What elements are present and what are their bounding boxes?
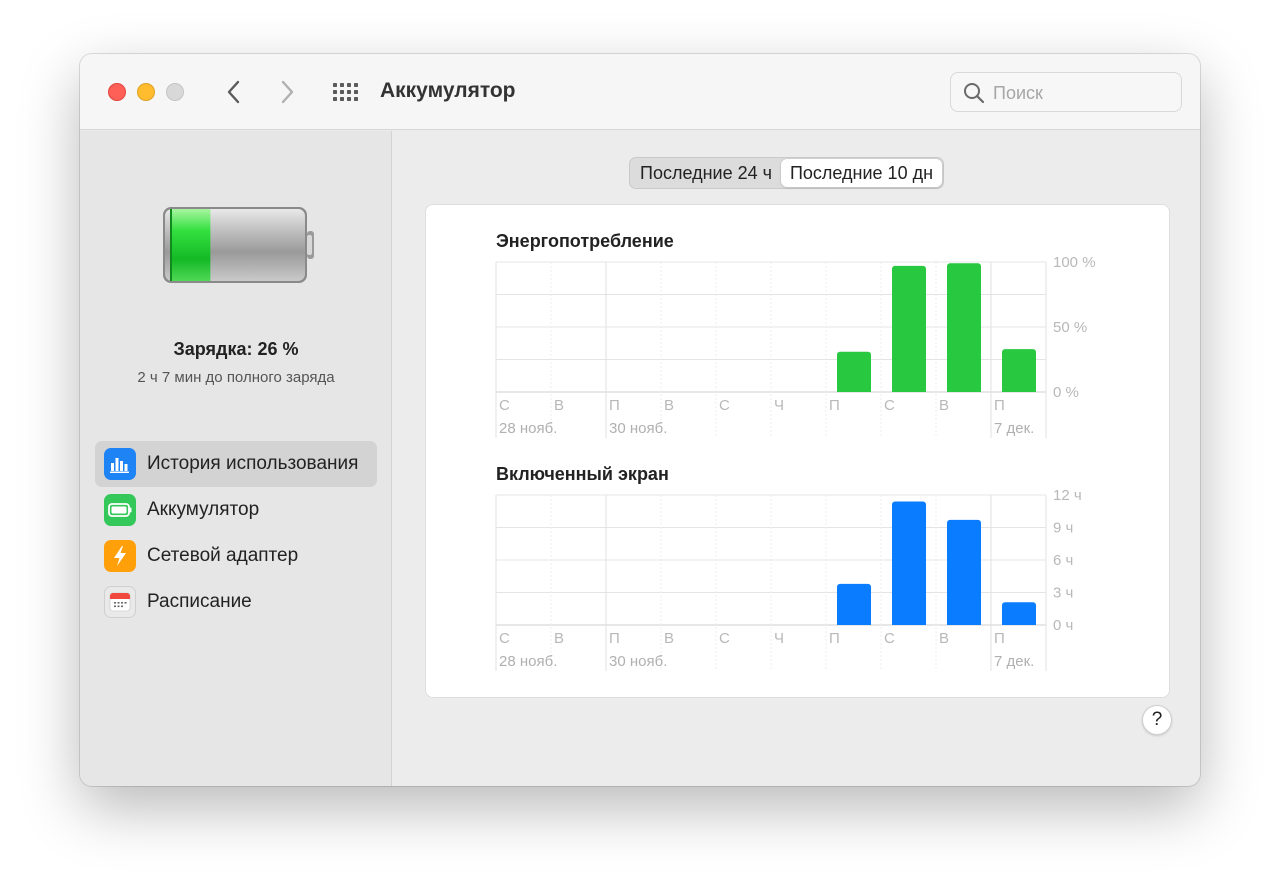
y-tick-label: 100 %	[1053, 254, 1096, 271]
date-label: 28 нояб.	[499, 653, 557, 670]
x-tick-label: В	[554, 630, 564, 647]
chart-bar	[1002, 349, 1036, 392]
chevron-left-icon	[227, 80, 240, 104]
zoom-window-button[interactable]	[166, 83, 184, 101]
energy-chart-title: Энергопотребление	[496, 231, 674, 251]
chart-bar	[837, 351, 871, 392]
sidebar-item-label: Аккумулятор	[147, 499, 260, 520]
back-button[interactable]	[222, 78, 246, 106]
search-icon	[964, 83, 985, 104]
chart-bar-base	[947, 622, 981, 625]
chart-bar-base	[837, 389, 871, 392]
chart-bar-base	[1002, 389, 1036, 392]
chart-bar-base	[1002, 622, 1036, 625]
sidebar-item-battery[interactable]: Аккумулятор	[95, 487, 377, 533]
x-tick-label: В	[939, 630, 949, 647]
chart-bar-base	[892, 622, 926, 625]
x-tick-label: В	[664, 630, 674, 647]
chart-bar	[892, 265, 926, 392]
forward-button[interactable]	[275, 78, 299, 106]
x-tick-label: С	[499, 630, 510, 647]
minimize-window-button[interactable]	[137, 83, 155, 101]
x-tick-label: П	[994, 630, 1005, 647]
search-field[interactable]	[950, 72, 1182, 112]
x-tick-label: П	[609, 630, 620, 647]
search-input[interactable]	[993, 81, 1173, 105]
sidebar-item-label: История использования	[147, 453, 359, 474]
x-tick-label: С	[719, 397, 730, 414]
energy-usage-chart: 100 % 50 % 0 % С 28 нояб. В П 30 нояб. В С Ч П С В П 7 …	[495, 254, 1096, 438]
charge-percentage: Зарядка: 26 %	[173, 339, 299, 359]
chart-bar	[837, 583, 871, 625]
x-tick-label: В	[664, 397, 674, 414]
y-tick-label: 12 ч	[1053, 487, 1082, 504]
chart-bar-base	[892, 389, 926, 392]
tab-last-24-hours[interactable]: Последние 24 ч	[631, 159, 781, 187]
x-tick-label: Ч	[774, 397, 784, 414]
battery-icon	[104, 494, 136, 526]
time-range-segmented-control: Последние 24 ч Последние 10 дн	[629, 157, 945, 189]
sidebar-item-label: Расписание	[147, 591, 252, 612]
schedule-icon	[104, 586, 136, 618]
chevron-right-icon	[281, 80, 294, 104]
titlebar: Аккумулятор	[80, 54, 1200, 130]
chart-bar-base	[837, 622, 871, 625]
date-label: 7 дек.	[994, 420, 1034, 437]
chart-bar	[892, 501, 926, 625]
x-tick-label: С	[884, 630, 895, 647]
system-preferences-window: Аккумулятор Поиск Зарядка: 26 % 2 ч 7 ми…	[80, 54, 1200, 786]
chart-bar	[947, 519, 981, 625]
date-label: 30 нояб.	[609, 420, 667, 437]
y-tick-label: 0 %	[1053, 384, 1079, 401]
sidebar-item-usage-history[interactable]: История использования	[95, 441, 377, 487]
sidebar-item-label: Сетевой адаптер	[147, 545, 299, 566]
x-tick-label: П	[609, 397, 620, 414]
sidebar-item-schedule[interactable]: Расписание	[95, 579, 377, 625]
x-tick-label: П	[994, 397, 1005, 414]
screen-on-chart-title: Включенный экран	[496, 464, 669, 484]
x-tick-label: П	[829, 397, 840, 414]
usage-charts-card: Энергопотребление 100 % 50 % 0 % С 28 нояб. В…	[425, 204, 1170, 698]
close-window-button[interactable]	[108, 83, 126, 101]
main-content: Последние 24 ч Последние 10 дн Энергопот…	[393, 131, 1200, 786]
y-tick-label: 6 ч	[1053, 552, 1073, 569]
sidebar: Зарядка: 26 % 2 ч 7 мин до полного заряд…	[80, 131, 392, 786]
x-tick-label: П	[829, 630, 840, 647]
time-to-full-charge: 2 ч 7 мин до полного заряда	[137, 369, 335, 386]
x-tick-label: С	[719, 630, 730, 647]
chart-bar-base	[947, 389, 981, 392]
sidebar-item-power-adapter[interactable]: Сетевой адаптер	[95, 533, 377, 579]
chart-bar	[947, 263, 981, 392]
y-tick-label: 50 %	[1053, 319, 1087, 336]
x-tick-label: С	[499, 397, 510, 414]
date-label: 7 дек.	[994, 653, 1034, 670]
battery-charge-fill	[170, 209, 211, 281]
battery-level-graphic	[163, 207, 314, 283]
screen-on-chart: 12 ч 9 ч 6 ч 3 ч 0 ч С 28 нояб. В П 30 нояб. В С Ч П С…	[495, 487, 1082, 671]
power-adapter-icon	[104, 540, 136, 572]
help-button[interactable]: ?	[1142, 705, 1172, 735]
y-tick-label: 9 ч	[1053, 520, 1073, 537]
tab-last-10-days[interactable]: Последние 10 дн	[780, 159, 943, 187]
x-tick-label: В	[939, 397, 949, 414]
usage-history-icon	[104, 448, 136, 480]
y-tick-label: 0 ч	[1053, 617, 1073, 634]
x-tick-label: В	[554, 397, 564, 414]
grid-icon	[333, 83, 358, 101]
x-tick-label: С	[884, 397, 895, 414]
x-tick-label: Ч	[774, 630, 784, 647]
chart-bar	[1002, 602, 1036, 625]
date-label: 28 нояб.	[499, 420, 557, 437]
show-all-preferences-button[interactable]	[332, 82, 360, 102]
window-title: Аккумулятор	[380, 79, 516, 102]
date-label: 30 нояб.	[609, 653, 667, 670]
y-tick-label: 3 ч	[1053, 585, 1073, 602]
